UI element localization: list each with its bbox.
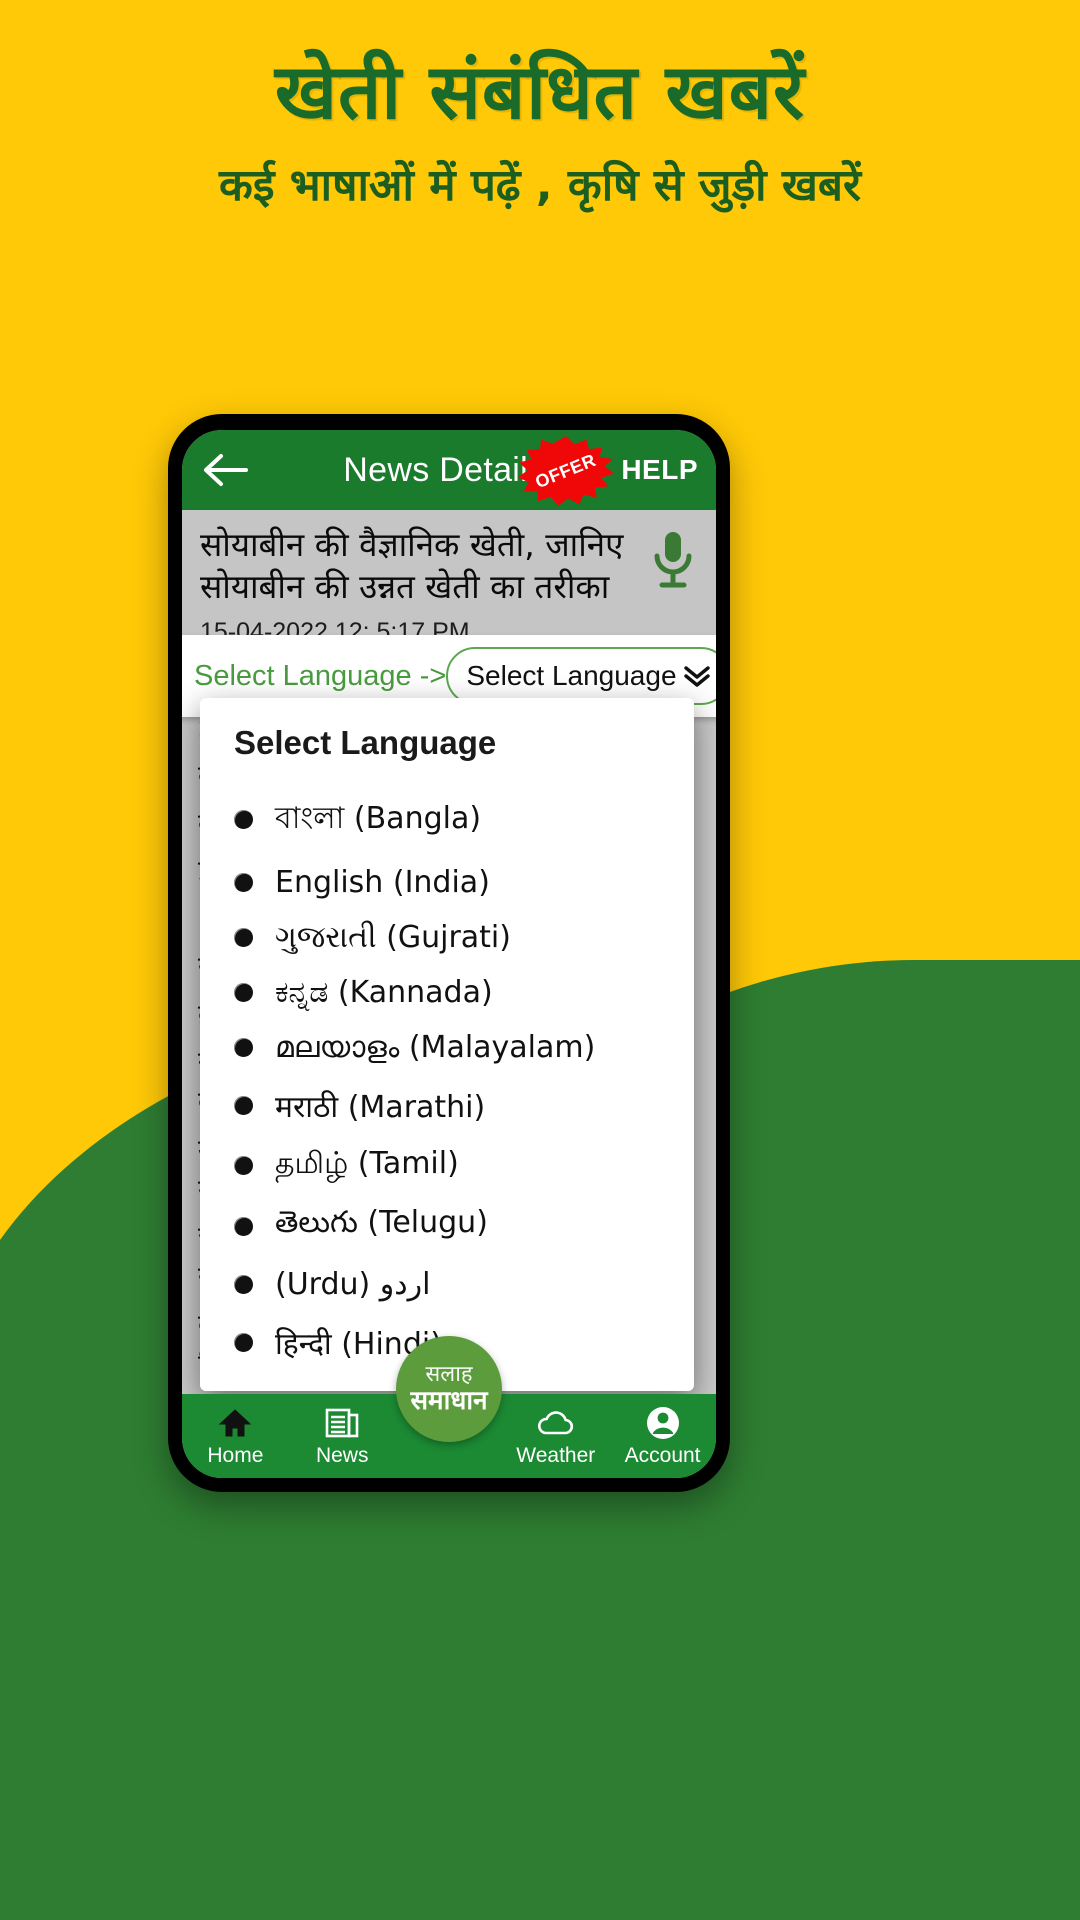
language-dropdown[interactable]: Select Language	[446, 647, 716, 705]
language-option-label: বাংলা (Bangla)	[275, 801, 482, 836]
radio-button-icon	[234, 1096, 253, 1115]
promo-subheadline: कई भाषाओं में पढ़ें , कृषि से जुड़ी खबरे…	[219, 160, 861, 211]
chevron-double-down-icon	[684, 666, 710, 687]
language-option-kannada[interactable]: ಕನ್ನಡ (Kannada)	[200, 965, 694, 1020]
language-option-label: ગુજરાતી (Gujrati)	[275, 920, 511, 955]
text-to-speech-button[interactable]	[646, 528, 700, 590]
language-option-label: മലയാളം (Malayalam)	[275, 1030, 596, 1065]
language-option-tamil[interactable]: தமிழ் (Tamil)	[200, 1136, 694, 1195]
language-option-urdu[interactable]: (Urdu) اردو	[200, 1257, 694, 1312]
dialog-title: Select Language	[234, 724, 497, 761]
language-option-label: ಕನ್ನಡ (Kannada)	[275, 975, 493, 1010]
nav-item-weather[interactable]: Weather	[502, 1405, 609, 1468]
radio-button-icon	[234, 1216, 253, 1236]
newspaper-icon	[325, 1405, 359, 1441]
radio-button-icon	[234, 810, 253, 829]
language-option-label: తెలుగు (Telugu)	[275, 1205, 488, 1240]
language-option-english[interactable]: English (India)	[200, 855, 694, 910]
nav-label: Home	[207, 1443, 264, 1467]
home-icon	[218, 1405, 252, 1441]
radio-button-icon	[234, 1333, 253, 1352]
nav-label: Weather	[516, 1443, 596, 1467]
nav-item-news[interactable]: News	[289, 1405, 396, 1468]
radio-button-icon	[234, 1275, 253, 1294]
back-button[interactable]	[200, 443, 254, 497]
radio-button-icon	[234, 873, 253, 892]
language-option-gujrati[interactable]: ગુજરાતી (Gujrati)	[200, 910, 694, 965]
fab-top-label: सलाह	[425, 1361, 473, 1387]
language-option-malayalam[interactable]: മലയാളം (Malayalam)	[200, 1020, 694, 1075]
language-dialog: Select Language বাংলা (Bangla) English (…	[200, 698, 694, 1391]
radio-button-icon	[234, 928, 253, 947]
language-option-label: (Urdu) اردو	[275, 1267, 431, 1302]
language-option-marathi[interactable]: मराठी (Marathi)	[200, 1075, 694, 1136]
nav-label: News	[315, 1443, 369, 1467]
phone-screen: News Detail OFFER HELP सोयाबीन की वैज्ञा…	[182, 430, 716, 1478]
nav-item-home[interactable]: Home	[182, 1405, 289, 1468]
language-option-bangla[interactable]: বাংলা (Bangla)	[200, 784, 694, 855]
account-circle-icon	[646, 1405, 680, 1441]
fab-bottom-label: समाधान	[410, 1385, 488, 1416]
language-option-list: বাংলা (Bangla) English (India) ગુજરાતી (…	[200, 784, 694, 1373]
arrow-left-icon	[204, 454, 248, 486]
nav-item-account[interactable]: Account	[609, 1405, 716, 1468]
language-dropdown-value: Select Language	[466, 660, 677, 691]
language-option-telugu[interactable]: తెలుగు (Telugu)	[200, 1195, 694, 1257]
select-language-label: Select Language ->	[194, 659, 447, 692]
language-option-label: English (India)	[275, 865, 490, 900]
promo-headline: खेती संबंधित खबरें	[274, 47, 806, 136]
phone-mockup: News Detail OFFER HELP सोयाबीन की वैज्ञा…	[168, 414, 730, 1492]
cloud-icon	[536, 1405, 576, 1441]
radio-button-icon	[234, 1038, 253, 1057]
language-option-label: मराठी (Marathi)	[275, 1090, 486, 1125]
radio-button-icon	[234, 1156, 253, 1175]
microphone-icon	[654, 532, 692, 588]
radio-button-icon	[234, 983, 253, 1002]
advice-solution-fab[interactable]: सलाह समाधान	[396, 1336, 502, 1442]
news-title: सोयाबीन की वैज्ञानिक खेती, जानिए सोयाबीन…	[200, 525, 624, 607]
help-button[interactable]: HELP	[611, 454, 698, 486]
language-option-label: தமிழ் (Tamil)	[275, 1146, 459, 1181]
offer-badge[interactable]: OFFER	[518, 436, 614, 506]
app-bar: News Detail OFFER HELP	[182, 430, 716, 510]
nav-label: Account	[624, 1443, 701, 1467]
